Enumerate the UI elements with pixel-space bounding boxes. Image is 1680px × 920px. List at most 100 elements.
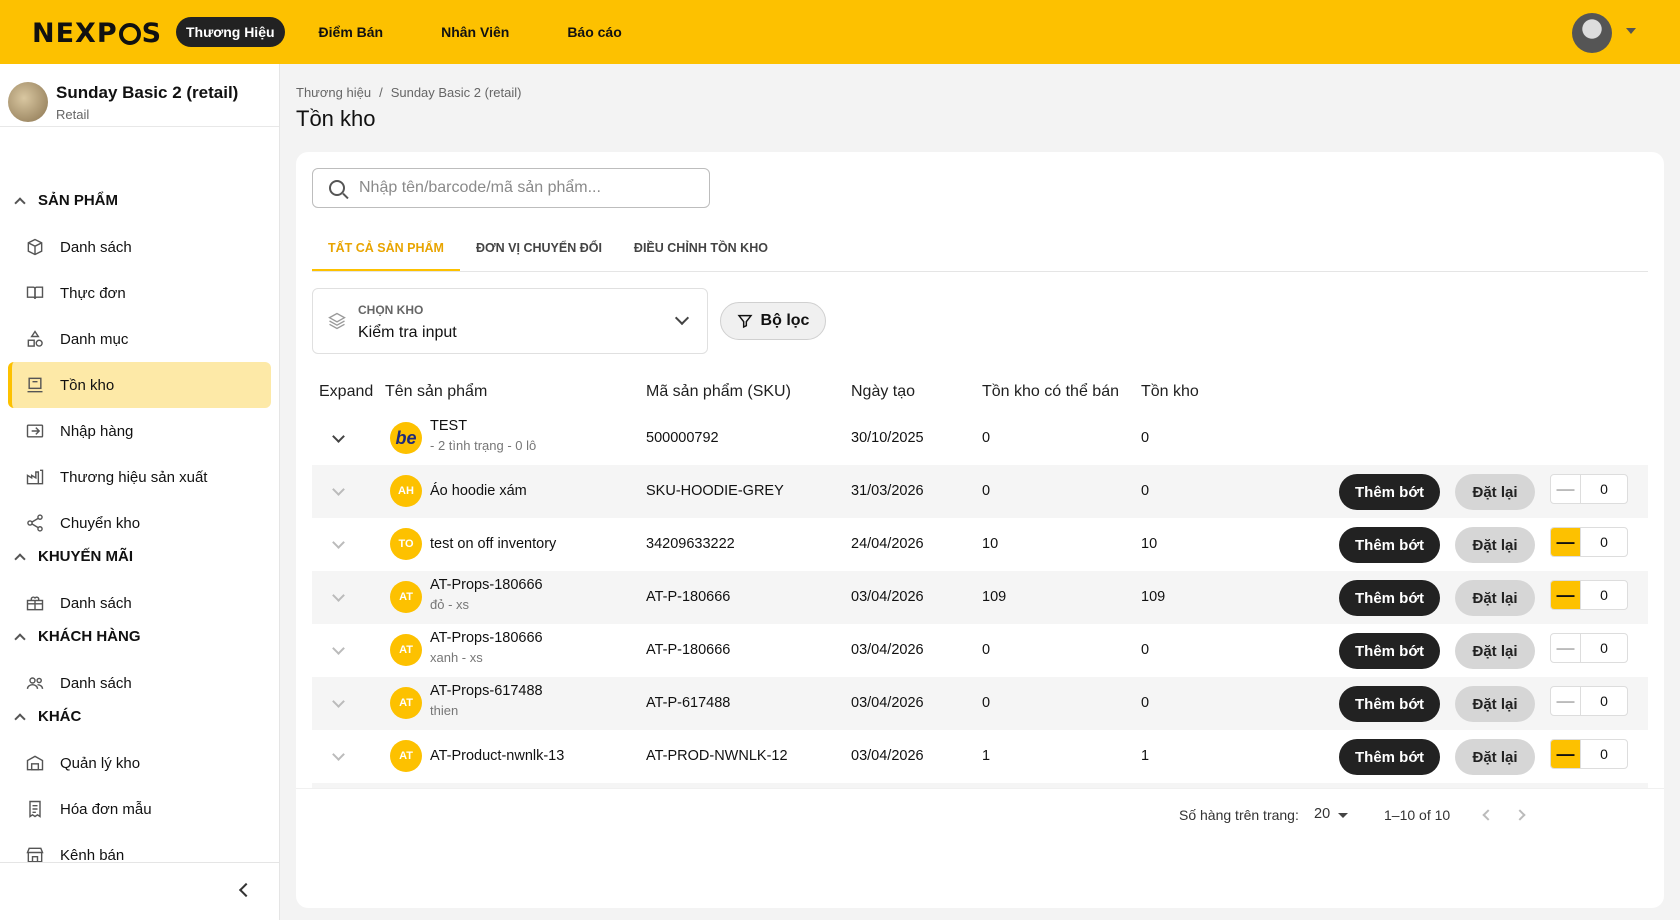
expand-chevron-icon <box>332 642 345 655</box>
section-header[interactable]: KHUYẾN MÃI <box>12 548 133 565</box>
nav-1[interactable]: Điểm Bán <box>301 17 402 47</box>
logo[interactable]: NEXP S <box>32 18 162 49</box>
section-header[interactable]: SẢN PHẨM <box>12 192 118 209</box>
cell-sku: 500000792 <box>646 430 719 446</box>
quantity-input[interactable]: 0 <box>1581 687 1627 715</box>
quantity-input[interactable]: 0 <box>1581 528 1627 556</box>
quantity-stepper[interactable]: —0 <box>1550 580 1628 610</box>
warehouse-value: Kiểm tra input <box>358 324 457 341</box>
cell-sku: 34209633222 <box>646 536 735 552</box>
quantity-input[interactable]: 0 <box>1581 740 1627 768</box>
breadcrumb-root[interactable]: Thương hiệu <box>296 85 371 100</box>
table-row[interactable]: AT AT-Product-nwnlk-13 AT-PROD-NWNLK-12 03/… <box>312 730 1648 783</box>
product-name: Áo hoodie xám <box>430 483 527 499</box>
collapse-sidebar-icon[interactable] <box>238 882 254 898</box>
nav-2[interactable]: Nhân Viên <box>423 17 527 47</box>
minus-icon[interactable]: — <box>1551 687 1581 715</box>
minus-icon[interactable]: — <box>1551 581 1581 609</box>
section-title: KHÁCH HÀNG <box>38 628 141 645</box>
sidebar-item-menu-book[interactable]: Thực đơn <box>8 270 271 316</box>
table-row[interactable]: TO test on off inventory 34209633222 24/04/… <box>312 518 1648 571</box>
expand-chevron-icon[interactable] <box>332 430 345 443</box>
logo-o-icon <box>118 22 141 45</box>
tab-0[interactable]: Tất cả sản phẩm <box>312 224 460 271</box>
section-header[interactable]: KHÁC <box>12 708 81 725</box>
breadcrumb-current: Sunday Basic 2 (retail) <box>390 85 522 100</box>
table-row[interactable]: be TEST - 2 tình trạng - 0 lô 500000792 30/1… <box>312 412 1648 465</box>
sidebar-item-box[interactable]: Danh sách <box>8 224 271 270</box>
table-row[interactable]: AT AT-Props-180666 đỏ - xs AT-P-180666 03/04… <box>312 571 1648 624</box>
quantity-stepper[interactable]: —0 <box>1550 686 1628 716</box>
adjust-button[interactable]: Thêm bớt <box>1339 739 1440 775</box>
warehouse-select[interactable]: Chọn kho Kiểm tra input <box>312 288 708 354</box>
reset-button[interactable]: Đặt lại <box>1455 686 1535 722</box>
col-sku[interactable]: Mã sản phẩm (SKU) <box>646 383 791 401</box>
top-nav: Thương Hiệu Điểm Bán Nhân Viên Báo cáo <box>176 17 662 47</box>
caret-down-icon[interactable] <box>1626 28 1636 34</box>
minus-icon[interactable]: — <box>1551 475 1581 503</box>
quantity-input[interactable]: 0 <box>1581 634 1627 662</box>
tabs: Tất cả sản phẩm Đơn vị chuyển đổi Điều chỉ… <box>312 224 1648 272</box>
adjust-button[interactable]: Thêm bớt <box>1339 527 1440 563</box>
cell-stock: 0 <box>1141 642 1150 658</box>
tab-1[interactable]: Đơn vị chuyển đổi <box>460 224 618 271</box>
next-page-icon[interactable] <box>1514 809 1526 821</box>
nav-3[interactable]: Báo cáo <box>549 17 639 47</box>
reset-button[interactable]: Đặt lại <box>1455 739 1535 775</box>
table-row[interactable]: AT AT-Props-617488 thien AT-P-617488 03/04/2… <box>312 677 1648 730</box>
sidebar-item-factory[interactable]: Thương hiệu sản xuất <box>8 454 271 500</box>
section-title: SẢN PHẨM <box>38 192 119 209</box>
rows-per-page-select[interactable]: 20 <box>1314 806 1330 822</box>
reset-button[interactable]: Đặt lại <box>1455 527 1535 563</box>
adjust-button[interactable]: Thêm bớt <box>1339 686 1440 722</box>
search-icon <box>329 180 345 196</box>
col-stock[interactable]: Tồn kho <box>1141 383 1199 401</box>
sidebar-item-inventory[interactable]: Tồn kho <box>8 362 271 408</box>
inventory-icon <box>24 374 46 396</box>
sidebar-item-import[interactable]: Nhập hàng <box>8 408 271 454</box>
search-box[interactable] <box>312 168 710 208</box>
user-avatar[interactable] <box>1572 13 1612 53</box>
tab-2[interactable]: Điều chỉnh tồn kho <box>618 224 784 271</box>
prev-page-icon[interactable] <box>1482 809 1494 821</box>
quantity-input[interactable]: 0 <box>1581 581 1627 609</box>
col-name[interactable]: Tên sản phẩm <box>385 383 487 401</box>
adjust-button[interactable]: Thêm bớt <box>1339 580 1440 616</box>
sidebar-item-category[interactable]: Danh mục <box>8 316 271 362</box>
reset-button[interactable]: Đặt lại <box>1455 633 1535 669</box>
minus-icon[interactable]: — <box>1551 740 1581 768</box>
reset-button[interactable]: Đặt lại <box>1455 580 1535 616</box>
product-variant: thien <box>430 703 459 718</box>
product-avatar: be <box>390 422 422 454</box>
quantity-stepper[interactable]: —0 <box>1550 527 1628 557</box>
minus-icon[interactable]: — <box>1551 528 1581 556</box>
section-header[interactable]: KHÁCH HÀNG <box>12 628 141 645</box>
adjust-button[interactable]: Thêm bớt <box>1339 633 1440 669</box>
filter-button[interactable]: Bộ lọc <box>720 302 826 340</box>
quantity-stepper[interactable]: —0 <box>1550 633 1628 663</box>
quantity-input[interactable]: 0 <box>1581 475 1627 503</box>
expand-chevron-icon <box>332 695 345 708</box>
minus-icon[interactable]: — <box>1551 634 1581 662</box>
cell-stock: 0 <box>1141 483 1150 499</box>
col-date[interactable]: Ngày tạo <box>851 383 915 401</box>
sidebar-item-people[interactable]: Danh sách <box>8 660 271 706</box>
category-icon <box>24 328 46 350</box>
table-row[interactable]: AT AT-Props-180666 xanh - xs AT-P-180666 03/… <box>312 624 1648 677</box>
nav-0[interactable]: Thương Hiệu <box>176 17 285 47</box>
adjust-button[interactable]: Thêm bớt <box>1339 474 1440 510</box>
quantity-stepper[interactable]: —0 <box>1550 474 1628 504</box>
sidebar-item-share[interactable]: Chuyển kho <box>8 500 271 546</box>
sidebar-item-receipt[interactable]: Hóa đơn mẫu <box>8 786 271 832</box>
sidebar-item-gift[interactable]: Danh sách <box>8 580 271 626</box>
store-header[interactable]: Sunday Basic 2 (retail) Retail <box>8 74 238 130</box>
search-input[interactable] <box>359 179 679 197</box>
reset-button[interactable]: Đặt lại <box>1455 474 1535 510</box>
table-row[interactable]: AH Áo hoodie xám SKU-HOODIE-GREY 31/03/2026… <box>312 465 1648 518</box>
col-available[interactable]: Tồn kho có thể bán <box>982 383 1119 401</box>
sidebar-item-warehouse[interactable]: Quản lý kho <box>8 740 271 786</box>
warehouse-label: Chọn kho <box>358 303 424 317</box>
quantity-stepper[interactable]: —0 <box>1550 739 1628 769</box>
caret-down-icon[interactable] <box>1338 813 1348 818</box>
sidebar-footer <box>0 862 279 920</box>
